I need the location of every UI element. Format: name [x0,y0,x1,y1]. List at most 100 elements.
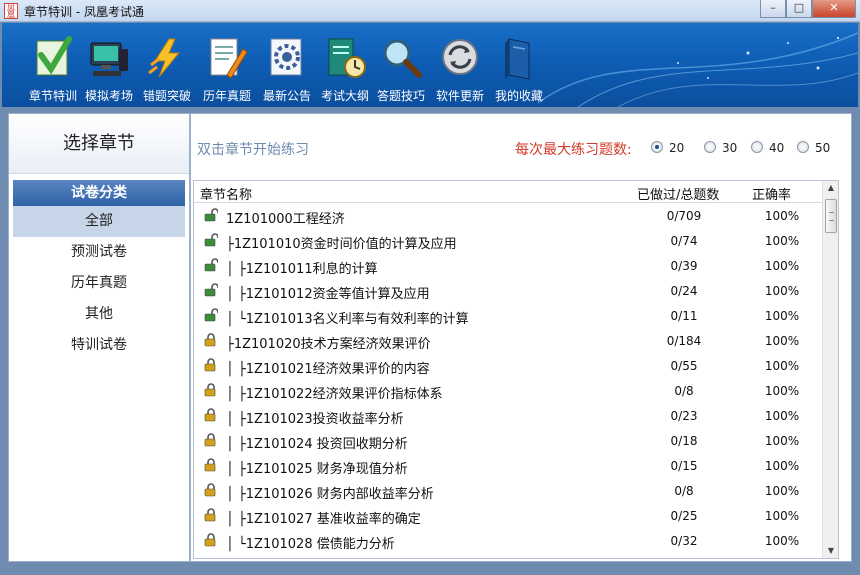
mock-exam-icon [90,42,128,76]
done-count: 0/25 [670,509,698,523]
close-button[interactable]: ✕ [812,0,856,18]
category-header: 试卷分类 [13,180,185,206]
sidebar-item-all[interactable]: 全部 [13,206,185,237]
chapter-name: │ ├1Z101021经济效果评价的内容 [226,362,430,377]
done-count: 0/32 [670,534,698,548]
table-row[interactable]: │ ├1Z101025 财务净现值分析 0/15 100% [194,453,824,478]
radio-label-50: 50 [815,141,831,155]
toolbar-wrong-question[interactable]: 错题突破 [137,23,197,105]
table-row[interactable]: │ ├1Z101022经济效果评价指标体系 0/8 100% [194,378,824,403]
toolbar-past-papers[interactable]: 历年真题 [197,23,257,105]
done-count: 0/8 [674,384,694,398]
window-title: 章节特训 - 凤凰考试通 [24,5,144,19]
window-controls: – □ ✕ [760,0,856,18]
accuracy-value: 100% [764,509,800,523]
radio-40[interactable] [751,141,763,153]
accuracy-value: 100% [764,459,800,473]
chapter-training-icon [36,36,72,76]
lock-icon [204,408,218,422]
title-bar: 凤凰 章节特训 - 凤凰考试通 – □ ✕ [0,0,860,22]
lock-icon [204,458,218,472]
table-row[interactable]: │ └1Z101013名义利率与有效利率的计算 0/11 100% [194,303,824,328]
chapter-name: ├1Z101020技术方案经济效果评价 [226,337,431,352]
app-logo-icon: 凤凰 [4,3,18,19]
radio-20[interactable] [651,141,663,153]
table-row[interactable]: │ └1Z101028 偿债能力分析 0/32 100% [194,528,824,553]
scrollbar-thumb[interactable] [825,199,837,233]
column-header-done[interactable]: 已做过/总题数 [637,184,719,203]
done-count: 0/15 [670,459,698,473]
sidebar-item-past-papers[interactable]: 历年真题 [13,268,185,299]
accuracy-value: 100% [764,359,800,373]
table-row[interactable]: │ ├1Z101023投资收益率分析 0/23 100% [194,403,824,428]
vertical-scrollbar[interactable]: ▲ ▼ [822,181,838,558]
unlock-icon [204,258,219,272]
unlock-icon [204,208,219,222]
toolbar-update[interactable]: 软件更新 [430,23,490,105]
table-row[interactable]: │ ├1Z101024 投资回收期分析 0/18 100% [194,428,824,453]
done-count: 0/709 [666,209,702,223]
chapter-sidebar: 选择章节 试卷分类 全部 预测试卷 历年真题 其他 特训试卷 [8,113,190,562]
chapter-name: │ ├1Z101011利息的计算 [226,262,378,277]
minimize-button[interactable]: – [760,0,786,18]
done-count: 0/23 [670,409,698,423]
scroll-up-icon[interactable]: ▲ [823,181,838,195]
done-count: 0/55 [670,359,698,373]
lock-icon [204,433,218,447]
sidebar-item-predicted[interactable]: 预测试卷 [13,237,185,268]
update-icon [442,39,478,75]
unlock-icon [204,233,219,247]
favorites-icon [505,38,530,80]
accuracy-value: 100% [764,259,800,273]
table-row[interactable]: │ ├1Z101026 财务内部收益率分析 0/8 100% [194,478,824,503]
column-header-accuracy[interactable]: 正确率 [752,184,791,203]
lock-icon [204,383,218,397]
main-toolbar: 章节特训 模拟考场 错题突破 历年真题 最新公告 考试大纲 答题技巧 软件更新 … [2,23,858,107]
column-header-name[interactable]: 章节名称 [200,184,252,203]
chapter-name: │ └1Z101028 偿债能力分析 [226,537,395,552]
table-row[interactable]: │ ├1Z101012资金等值计算及应用 0/24 100% [194,278,824,303]
unlock-icon [204,283,219,297]
chapter-name: │ ├1Z101022经济效果评价指标体系 [226,387,443,402]
lock-icon [204,508,218,522]
accuracy-value: 100% [764,209,800,223]
chapter-name: │ ├1Z101024 投资回收期分析 [226,437,408,452]
maximize-button[interactable]: □ [786,0,812,18]
table-header: 章节名称 已做过/总题数 正确率 [194,181,824,203]
table-row[interactable]: ├1Z101010资金时间价值的计算及应用 0/74 100% [194,228,824,253]
sidebar-item-other[interactable]: 其他 [13,299,185,330]
syllabus-icon [328,38,366,78]
done-count: 0/24 [670,284,698,298]
radio-label-30: 30 [722,141,738,155]
table-row[interactable]: │ ├1Z101021经济效果评价的内容 0/55 100% [194,353,824,378]
radio-30[interactable] [704,141,716,153]
toolbar-announcement[interactable]: 最新公告 [257,23,317,105]
chapter-name: 1Z101000工程经济 [226,212,345,227]
done-count: 0/11 [670,309,698,323]
toolbar-tips[interactable]: 答题技巧 [371,23,431,105]
past-papers-icon [210,38,248,79]
sidebar-title: 选择章节 [9,114,189,174]
lock-icon [204,483,218,497]
scroll-down-icon[interactable]: ▼ [823,544,838,558]
chapter-name: │ ├1Z101027 基准收益率的确定 [226,512,421,527]
instruction-text: 双击章节开始练习 [197,142,309,158]
lock-icon [204,333,218,347]
done-count: 0/39 [670,259,698,273]
chapter-name: ├1Z101010资金时间价值的计算及应用 [226,237,457,252]
table-row[interactable]: ├1Z101020技术方案经济效果评价 0/184 100% [194,328,824,353]
announcement-icon [270,38,302,76]
unlock-icon [204,308,219,322]
tips-icon [383,39,422,78]
table-row[interactable]: │ ├1Z101011利息的计算 0/39 100% [194,253,824,278]
accuracy-value: 100% [764,334,800,348]
chapter-name: │ ├1Z101025 财务净现值分析 [226,462,408,477]
lock-icon [204,533,218,547]
sidebar-item-special[interactable]: 特训试卷 [13,330,185,361]
chapter-table: 章节名称 已做过/总题数 正确率 1Z101000工程经济 0/709 100% ├1… [193,180,839,559]
table-row[interactable]: │ ├1Z101027 基准收益率的确定 0/25 100% [194,503,824,528]
toolbar-favorites[interactable]: 我的收藏 [489,23,549,105]
radio-50[interactable] [797,141,809,153]
toolbar-mock-exam[interactable]: 模拟考场 [79,23,139,105]
table-row[interactable]: 1Z101000工程经济 0/709 100% [194,203,824,228]
